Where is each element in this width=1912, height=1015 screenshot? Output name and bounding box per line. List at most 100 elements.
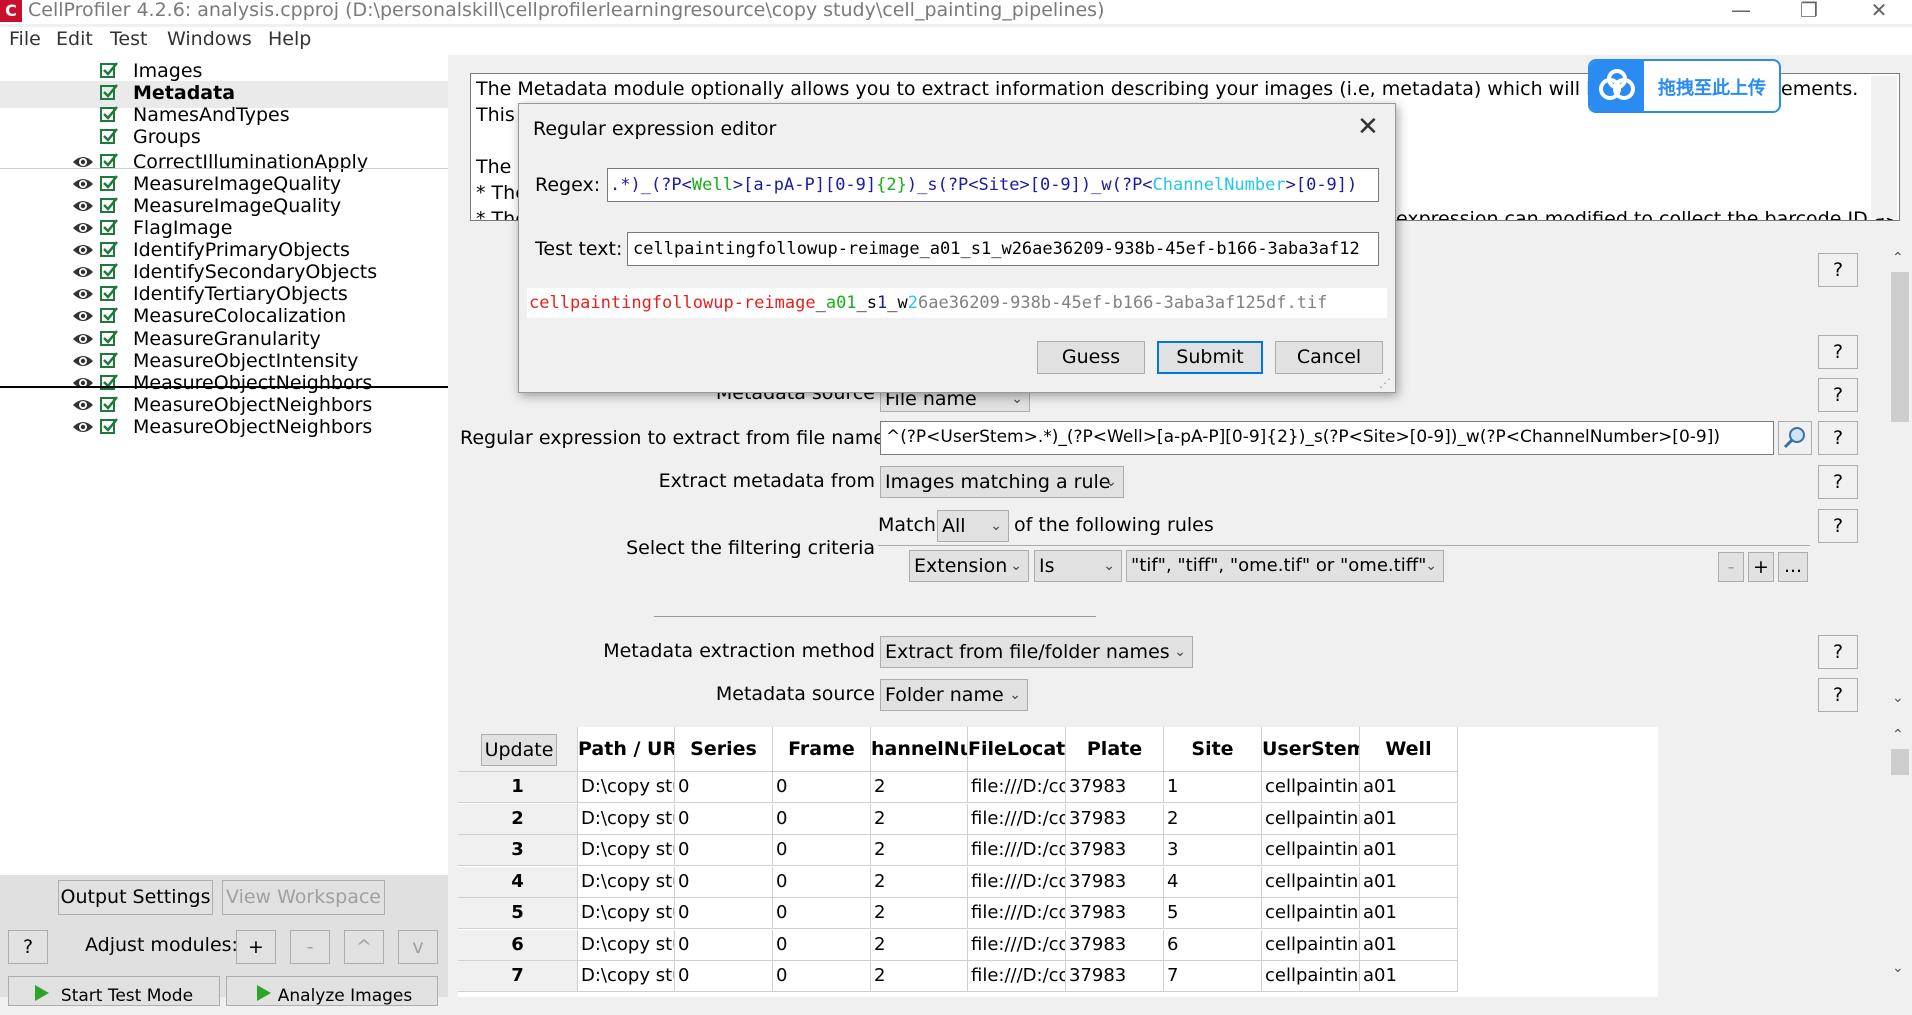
- enabled-check-icon[interactable]: [100, 351, 118, 369]
- help-q-button[interactable]: ?: [1818, 378, 1858, 412]
- menu-edit[interactable]: Edit: [56, 28, 93, 50]
- close-icon[interactable]: ✕: [1357, 112, 1379, 142]
- table-row[interactable]: 7D:\copy study002file:///D:/co...379837c…: [458, 961, 1658, 992]
- row-number: 3: [458, 835, 578, 866]
- eye-icon[interactable]: [72, 307, 94, 323]
- help-q-button[interactable]: ?: [1818, 635, 1858, 669]
- eye-icon[interactable]: [72, 175, 94, 191]
- enabled-check-icon[interactable]: [100, 373, 118, 391]
- enabled-check-icon[interactable]: [100, 284, 118, 302]
- upload-drop-badge[interactable]: 拖拽至此上传: [1588, 59, 1781, 113]
- eye-icon[interactable]: [72, 396, 94, 412]
- module-row[interactable]: MeasureObjectNeighbors: [0, 415, 448, 442]
- close-window-button[interactable]: ✕: [1856, 0, 1902, 24]
- metadata-source2-select[interactable]: Folder name ⌄: [880, 679, 1028, 711]
- menu-windows[interactable]: Windows: [167, 28, 252, 50]
- output-settings-button[interactable]: Output Settings: [58, 880, 213, 915]
- match-select[interactable]: All ⌄: [937, 510, 1009, 542]
- enabled-check-icon[interactable]: [100, 417, 118, 435]
- test-text-input[interactable]: cellpaintingfollowup-reimage_a01_s1_w26a…: [627, 232, 1379, 266]
- help-q-button[interactable]: ?: [1818, 678, 1858, 712]
- enabled-check-icon[interactable]: [100, 218, 118, 236]
- minimize-button[interactable]: —: [1718, 0, 1764, 24]
- rule-field-select[interactable]: Extension ⌄: [909, 550, 1029, 582]
- table-cell: a01: [1360, 866, 1458, 898]
- enabled-check-icon[interactable]: [100, 196, 118, 214]
- menu-file[interactable]: File: [9, 28, 41, 50]
- maximize-button[interactable]: ❐: [1786, 0, 1832, 24]
- enabled-check-icon[interactable]: [100, 61, 118, 79]
- eye-icon[interactable]: [72, 418, 94, 434]
- eye-icon[interactable]: [72, 219, 94, 235]
- eye-icon[interactable]: [72, 285, 94, 301]
- view-workspace-button[interactable]: View Workspace: [222, 880, 385, 915]
- column-header[interactable]: Frame: [773, 727, 871, 772]
- column-header[interactable]: Site: [1164, 727, 1262, 772]
- search-icon[interactable]: [1778, 421, 1812, 455]
- eye-icon[interactable]: [72, 352, 94, 368]
- help-q-button[interactable]: ?: [1818, 335, 1858, 369]
- submit-button[interactable]: Submit: [1157, 341, 1263, 374]
- column-header[interactable]: Path / URL: [578, 727, 675, 772]
- table-row[interactable]: 2D:\copy study002file:///D:/co...379832c…: [458, 803, 1658, 835]
- column-header[interactable]: Plate: [1066, 727, 1164, 772]
- regex-editor-input[interactable]: .*)_(?P<Well>[a-pA-P][0-9]{2})_s(?P<Site…: [607, 168, 1379, 202]
- rule-operator-select[interactable]: Is ⌄: [1034, 550, 1122, 582]
- add-rule-button[interactable]: +: [1748, 552, 1774, 582]
- enabled-check-icon[interactable]: [100, 174, 118, 192]
- column-header[interactable]: UserStem: [1262, 727, 1360, 772]
- menu-help[interactable]: Help: [268, 28, 311, 50]
- column-header[interactable]: hannelNumb: [871, 727, 968, 772]
- enabled-check-icon[interactable]: [100, 329, 118, 347]
- more-rule-button[interactable]: ...: [1778, 552, 1808, 582]
- eye-icon[interactable]: [72, 197, 94, 213]
- cancel-button[interactable]: Cancel: [1275, 341, 1383, 374]
- add-module-button[interactable]: +: [236, 930, 276, 964]
- column-header[interactable]: FileLocation: [968, 727, 1066, 772]
- help-scrollbar[interactable]: [1871, 76, 1897, 218]
- enabled-check-icon[interactable]: [100, 83, 118, 101]
- remove-module-button[interactable]: -: [290, 930, 330, 964]
- enabled-check-icon[interactable]: [100, 240, 118, 258]
- enabled-check-icon[interactable]: [100, 395, 118, 413]
- help-q-button[interactable]: ?: [1818, 253, 1858, 287]
- column-header[interactable]: Series: [675, 727, 773, 772]
- eye-icon[interactable]: [72, 330, 94, 346]
- guess-button[interactable]: Guess: [1037, 341, 1145, 374]
- analyze-images-button[interactable]: Analyze Images: [226, 976, 438, 1006]
- module-row[interactable]: Groups: [0, 125, 448, 152]
- enabled-check-icon[interactable]: [100, 262, 118, 280]
- remove-rule-button[interactable]: -: [1718, 552, 1744, 582]
- table-row[interactable]: 4D:\copy study002file:///D:/co...379834c…: [458, 866, 1658, 898]
- enabled-check-icon[interactable]: [100, 306, 118, 324]
- menu-test[interactable]: Test: [110, 28, 147, 50]
- extract-from-select[interactable]: Images matching a rule ⌄: [880, 466, 1124, 498]
- following-rules-label: of the following rules: [1014, 514, 1214, 536]
- table-row[interactable]: 6D:\copy study002file:///D:/co...379836c…: [458, 929, 1658, 961]
- resize-grip-icon[interactable]: ⋰: [1379, 376, 1391, 390]
- help-q-button[interactable]: ?: [1818, 465, 1858, 499]
- move-down-button[interactable]: v: [398, 930, 438, 964]
- scroll-thumb[interactable]: [1891, 272, 1909, 422]
- enabled-check-icon[interactable]: [100, 127, 118, 145]
- eye-icon[interactable]: [72, 153, 94, 169]
- table-row[interactable]: 5D:\copy study002file:///D:/co...379835c…: [458, 898, 1658, 929]
- update-button[interactable]: Update: [481, 734, 557, 766]
- regex-input[interactable]: ^(?P<UserStem>.*)_(?P<Well>[a-pA-P][0-9]…: [880, 421, 1774, 455]
- enabled-check-icon[interactable]: [100, 105, 118, 123]
- eye-icon[interactable]: [72, 263, 94, 279]
- extraction-method-select[interactable]: Extract from file/folder names ⌄: [880, 636, 1193, 668]
- table-row[interactable]: 1D:\copy study002file:///D:/co...379831c…: [458, 772, 1658, 803]
- rule-value-select[interactable]: "tif", "tiff", "ome.tif" or "ome.tiff" ⌄: [1126, 550, 1444, 582]
- move-up-button[interactable]: ^: [344, 930, 384, 964]
- column-header[interactable]: Well: [1360, 727, 1458, 772]
- help-q-button[interactable]: ?: [1818, 421, 1858, 455]
- eye-icon[interactable]: [72, 241, 94, 257]
- scroll-thumb[interactable]: [1891, 749, 1909, 775]
- table-scrollbar[interactable]: ⌃ ⌄: [1888, 727, 1912, 980]
- start-test-mode-button[interactable]: Start Test Mode: [8, 976, 220, 1006]
- help-q-button[interactable]: ?: [1818, 509, 1858, 543]
- settings-scrollbar[interactable]: ⌃ ⌄: [1888, 250, 1912, 710]
- help-button[interactable]: ?: [8, 930, 48, 964]
- table-row[interactable]: 3D:\copy study002file:///D:/co...379833c…: [458, 835, 1658, 866]
